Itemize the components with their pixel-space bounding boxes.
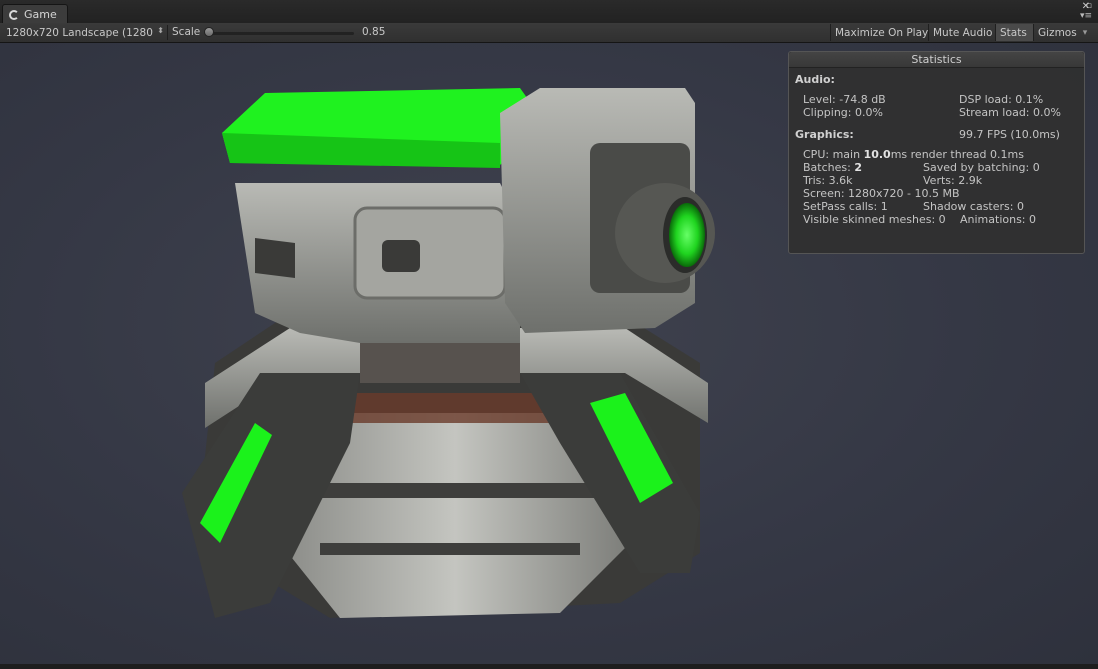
graphics-cpu: CPU: main 10.0ms render thread 0.1ms: [803, 148, 1024, 161]
graphics-saved-by-batching: Saved by batching: 0: [923, 161, 1040, 174]
tab-game-label: Game: [24, 8, 57, 21]
audio-level: Level: -74.8 dB: [803, 93, 886, 106]
graphics-visible-skinned: Visible skinned meshes: 0: [803, 213, 946, 226]
graphics-verts: Verts: 2.9k: [923, 174, 983, 187]
toolbar-divider: [167, 25, 168, 40]
cpu-main-value: 10.0: [863, 148, 891, 161]
close-icon[interactable]: ✕: [1082, 1, 1090, 12]
cpu-suffix: ms render thread 0.1ms: [890, 148, 1024, 161]
graphics-shadow-casters: Shadow casters: 0: [923, 200, 1024, 213]
graphics-setpass: SetPass calls: 1: [803, 200, 888, 213]
resolution-dropdown[interactable]: 1280x720 Landscape (1280 ⬍: [6, 25, 164, 40]
stats-label: Stats: [1000, 26, 1027, 39]
maximize-on-play-button[interactable]: Maximize On Play: [830, 24, 928, 41]
maximize-on-play-label: Maximize On Play: [835, 26, 929, 39]
turret-base-stripe-lower: [320, 543, 580, 555]
gizmos-arrow-icon: ▾: [1082, 27, 1088, 38]
game-view-icon: [9, 9, 19, 20]
scale-slider-thumb[interactable]: [204, 27, 214, 37]
audio-clipping: Clipping: 0.0%: [803, 106, 883, 119]
batches-prefix: Batches:: [803, 161, 855, 174]
scale-value: 0.85: [362, 26, 386, 38]
game-toolbar: 1280x720 Landscape (1280 ⬍ Scale 0.85 Ma…: [0, 23, 1098, 43]
graphics-batches: Batches: 2: [803, 161, 862, 174]
resolution-label: 1280x720 Landscape (1280: [6, 26, 153, 39]
audio-stream-load: Stream load: 0.0%: [959, 106, 1061, 119]
statistics-panel: Statistics Audio: Level: -74.8 dB DSP lo…: [788, 51, 1085, 254]
stats-button[interactable]: Stats: [995, 24, 1033, 41]
gizmos-button[interactable]: Gizmos ▾: [1033, 24, 1093, 41]
graphics-screen: Screen: 1280x720 - 10.5 MB: [803, 187, 960, 200]
graphics-animations: Animations: 0: [960, 213, 1037, 226]
dropdown-arrow-icon: ⬍: [157, 26, 164, 35]
scale-label: Scale: [172, 26, 201, 38]
turret-head-vent: [255, 238, 295, 278]
turret-camera-lens: [669, 203, 705, 267]
graphics-fps: 99.7 FPS (10.0ms): [959, 128, 1060, 141]
statistics-title: Statistics: [789, 52, 1084, 68]
audio-header: Audio:: [795, 73, 835, 86]
scale-slider-track[interactable]: [206, 32, 354, 35]
menu-icon[interactable]: ▾≡: [1080, 11, 1092, 21]
tab-game[interactable]: Game: [2, 4, 68, 24]
window-bottom-edge: [0, 664, 1098, 669]
cpu-prefix: CPU: main: [803, 148, 864, 161]
graphics-header: Graphics:: [795, 128, 854, 141]
batches-value: 2: [854, 161, 862, 174]
graphics-tris: Tris: 3.6k: [803, 174, 853, 187]
window-titlebar: Game ▫ ▾≡ ✕: [0, 0, 1098, 24]
mute-audio-label: Mute Audio: [933, 26, 993, 39]
gizmos-label: Gizmos: [1038, 26, 1077, 39]
mute-audio-button[interactable]: Mute Audio: [928, 24, 995, 41]
turret-base-stripe: [300, 483, 600, 498]
audio-dsp-load: DSP load: 0.1%: [959, 93, 1044, 106]
turret-head-panel: [353, 206, 507, 300]
turret-head-slot: [382, 240, 420, 272]
